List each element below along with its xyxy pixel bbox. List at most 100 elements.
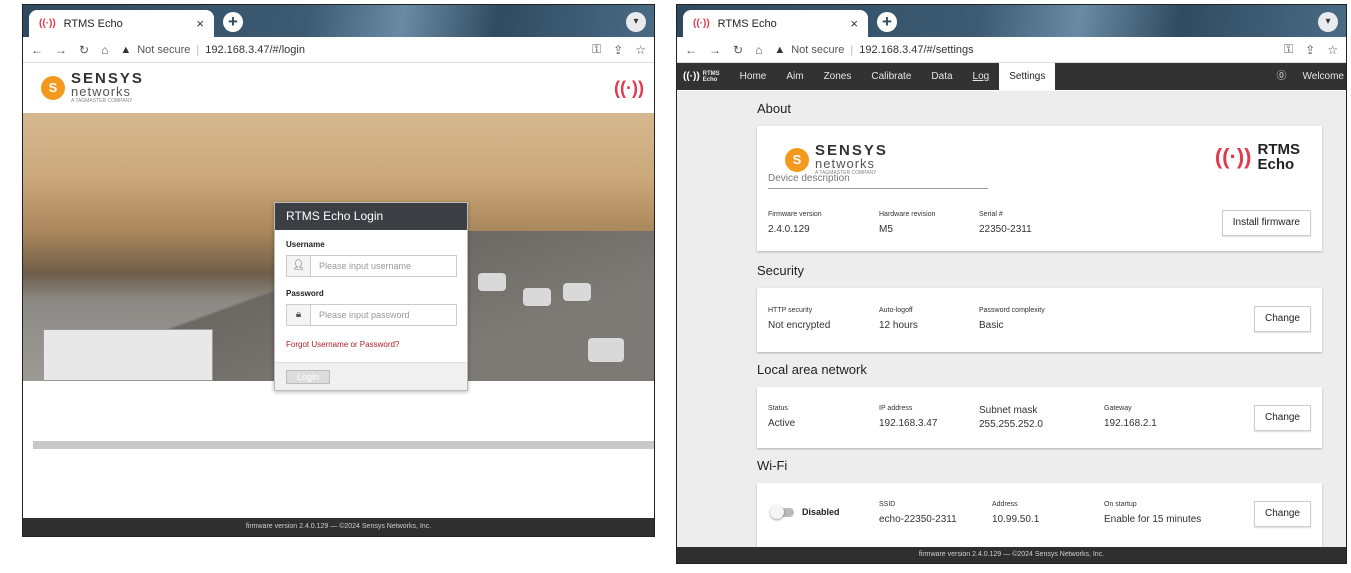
footer: firmware version 2.4.0.129 — ©2024 Sensy… xyxy=(677,547,1346,563)
address-bar: ← → ↻ ⌂ ▲ Not secure | 192.168.3.47/#/lo… xyxy=(23,37,654,63)
star-icon[interactable]: ☆ xyxy=(1327,43,1338,57)
close-tab-icon[interactable]: × xyxy=(850,16,858,31)
settings-browser-window: ((·)) RTMS Echo × + ▾ ← → ↻ ⌂ ▲ Not secu… xyxy=(676,4,1347,564)
subnet-value: 255.255.252.0 xyxy=(979,419,1043,430)
install-firmware-button[interactable]: Install firmware xyxy=(1221,210,1311,236)
reload-icon[interactable]: ↻ xyxy=(79,43,89,57)
close-tab-icon[interactable]: × xyxy=(196,16,204,31)
http-security-field: HTTP security Not encrypted xyxy=(768,307,830,331)
security-change-button[interactable]: Change xyxy=(1253,306,1311,332)
logo-line2: networks xyxy=(815,156,876,171)
url-text: 192.168.3.47/#/login xyxy=(205,43,305,56)
ssid-label: SSID xyxy=(879,501,896,508)
on-startup-value: Enable for 15 minutes xyxy=(1104,514,1202,525)
key-icon[interactable]: ⚿ xyxy=(592,42,601,57)
wifi-change-button[interactable]: Change xyxy=(1253,501,1311,527)
share-icon[interactable]: ⇪ xyxy=(613,43,623,57)
username-placeholder: Please input username xyxy=(319,261,412,271)
hardware-label: Hardware revision xyxy=(879,211,936,218)
not-secure-label: Not secure xyxy=(137,43,191,56)
footer: firmware version 2.4.0.129 — ©2024 Sensy… xyxy=(23,518,654,536)
wifi-card: Disabled SSID echo-22350-2311 Address 10… xyxy=(757,483,1322,549)
login-button[interactable]: Login xyxy=(286,370,330,384)
sensys-logo: S SENSYS networks A TAGMASTER COMPANY xyxy=(785,143,888,176)
home-icon[interactable]: ⌂ xyxy=(101,43,108,57)
auto-logoff-field: Auto-logoff 12 hours xyxy=(879,307,918,331)
share-icon[interactable]: ⇪ xyxy=(1305,43,1315,57)
lan-status-field: Status Active xyxy=(768,405,795,429)
on-startup-label: On startup xyxy=(1104,501,1137,508)
logo-line3: A TAGMASTER COMPANY xyxy=(71,98,133,104)
hero-car xyxy=(563,283,591,301)
hardware-value: M5 xyxy=(879,224,893,235)
device-description-input[interactable]: Device description xyxy=(768,173,988,189)
url-field[interactable]: ▲ Not secure | 192.168.3.47/#/login xyxy=(120,44,580,56)
not-secure-label: Not secure xyxy=(791,43,845,56)
lan-heading: Local area network xyxy=(757,362,867,377)
help-icon[interactable]: ⓪ xyxy=(1277,63,1287,90)
wifi-address-label: Address xyxy=(992,501,1018,508)
hardware-field: Hardware revision M5 xyxy=(879,211,935,235)
new-tab-button[interactable]: + xyxy=(877,12,897,32)
forward-icon[interactable]: → xyxy=(709,43,721,57)
horizontal-scrollbar[interactable] xyxy=(33,441,654,449)
url-field[interactable]: ▲ Not secure | 192.168.3.47/#/settings xyxy=(774,44,1272,56)
reload-icon[interactable]: ↻ xyxy=(733,43,743,57)
ip-address-field: IP address 192.168.3.47 xyxy=(879,405,937,429)
username-input[interactable]: 👤︎ Please input username xyxy=(286,255,457,277)
browser-tab[interactable]: ((·)) RTMS Echo × xyxy=(683,10,868,37)
about-heading: About xyxy=(757,101,791,116)
key-icon[interactable]: ⚿ xyxy=(1284,42,1293,57)
rtms-logo-bottom: Echo xyxy=(1257,156,1295,173)
tab-search-icon[interactable]: ▾ xyxy=(626,12,646,32)
wifi-toggle-label: Disabled xyxy=(802,507,840,517)
home-icon[interactable]: ⌂ xyxy=(755,43,762,57)
password-input[interactable]: 🔒︎ Please input password xyxy=(286,304,457,326)
firmware-label: Firmware version xyxy=(768,211,822,218)
browser-tab[interactable]: ((·)) RTMS Echo × xyxy=(29,10,214,37)
nav-data[interactable]: Data xyxy=(921,63,962,90)
logo-line2: networks xyxy=(71,84,132,99)
nav-aim[interactable]: Aim xyxy=(776,63,813,90)
lan-change-button[interactable]: Change xyxy=(1253,405,1311,431)
welcome-text[interactable]: Welcome xyxy=(1303,63,1345,90)
password-complexity-value: Basic xyxy=(979,320,1004,331)
back-icon[interactable]: ← xyxy=(31,43,43,57)
nav-brand[interactable]: ((·)) RTMS Echo xyxy=(677,71,730,83)
warning-icon: ▲ xyxy=(774,43,786,56)
nav-log[interactable]: Log xyxy=(963,63,1000,90)
settings-content: About S SENSYS networks A TAGMASTER COMP… xyxy=(677,91,1346,549)
forward-icon[interactable]: → xyxy=(55,43,67,57)
new-tab-button[interactable]: + xyxy=(223,12,243,32)
wifi-toggle[interactable] xyxy=(770,505,794,519)
url-separator: | xyxy=(850,43,854,56)
rtms-favicon-icon: ((·)) xyxy=(693,18,710,29)
lan-status-value: Active xyxy=(768,418,796,429)
serial-value: 22350-2311 xyxy=(979,224,1032,235)
forgot-link[interactable]: Forgot Username or Password? xyxy=(286,340,467,349)
nav-home[interactable]: Home xyxy=(730,63,777,90)
wifi-toggle-knob xyxy=(770,505,784,519)
about-card: S SENSYS networks A TAGMASTER COMPANY ((… xyxy=(757,126,1322,251)
tab-search-icon[interactable]: ▾ xyxy=(1318,12,1338,32)
sensys-swirl-icon: S xyxy=(41,76,65,100)
user-icon: 👤︎ xyxy=(287,256,311,276)
nav-zones[interactable]: Zones xyxy=(814,63,862,90)
nav-calibrate[interactable]: Calibrate xyxy=(861,63,921,90)
address-bar: ← → ↻ ⌂ ▲ Not secure | 192.168.3.47/#/se… xyxy=(677,37,1346,63)
serial-field: Serial # 22350-2311 xyxy=(979,211,1032,235)
tab-title: RTMS Echo xyxy=(717,17,777,30)
ip-address-value: 192.168.3.47 xyxy=(879,418,938,429)
auto-logoff-value: 12 hours xyxy=(879,320,918,331)
lock-icon: 🔒︎ xyxy=(287,305,311,325)
wifi-address-value: 10.99.50.1 xyxy=(992,514,1040,525)
nav-brand-bottom: Echo xyxy=(702,76,718,83)
ip-address-label: IP address xyxy=(879,405,913,412)
lan-card: Status Active IP address 192.168.3.47 Su… xyxy=(757,387,1322,448)
nav-settings[interactable]: Settings xyxy=(999,63,1056,90)
http-security-label: HTTP security xyxy=(768,307,813,314)
back-icon[interactable]: ← xyxy=(685,43,697,57)
hero-car xyxy=(523,288,551,306)
nav-right: ⓪ Welcome xyxy=(1277,63,1347,90)
star-icon[interactable]: ☆ xyxy=(635,43,646,57)
